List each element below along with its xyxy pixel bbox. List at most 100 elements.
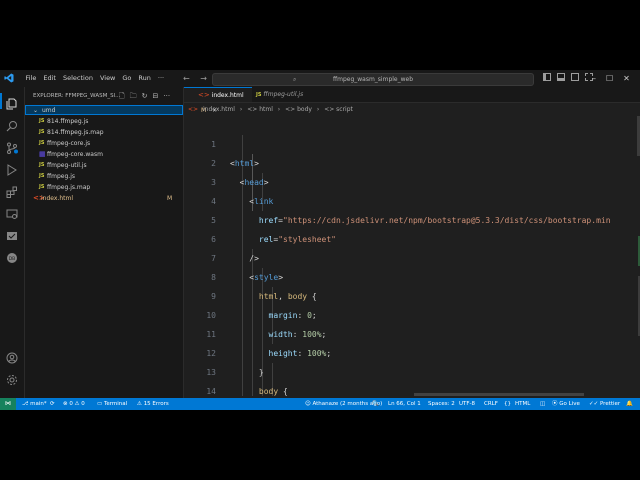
file-item[interactable]: JS ffmpeg-util.js [25, 160, 183, 171]
problems-indicator[interactable]: ⊗ 0 ⚠ 0 [63, 398, 85, 410]
folder-name: umd [42, 107, 56, 114]
wasm-file-icon: ▦ [39, 150, 46, 158]
encoding[interactable]: UTF-8 [459, 398, 475, 410]
forward-arrow-icon[interactable]: → [200, 74, 207, 83]
activity-bar: DB [0, 87, 25, 398]
code-line: 3 <link [184, 154, 640, 206]
close-icon[interactable]: ✕ [623, 70, 630, 87]
file-item[interactable]: JS ffmpeg.js.map [25, 182, 183, 193]
js-file-icon: JS [39, 140, 45, 146]
code-line: 4 href="https://cdn.jsdelivr.net/npm/boo… [184, 173, 640, 225]
breadcrumb-html[interactable]: <> html [247, 106, 273, 113]
code-line: 2 <head> [184, 135, 640, 187]
layout-controls [543, 73, 593, 81]
breadcrumb-separator: › [316, 106, 320, 113]
search-icon: ⌕ [293, 76, 297, 83]
git-blame[interactable]: ☺ Athanaze (2 months ago) [305, 398, 382, 410]
notifications-bell-icon[interactable]: 🔔 [626, 398, 633, 410]
terminal-label: Terminal [103, 401, 128, 407]
file-name: ffmpeg.js [47, 173, 75, 180]
window-controls: – ☐ ✕ [592, 70, 630, 87]
zoom-icon[interactable]: 🔍 [372, 398, 379, 410]
editor-tabs: <> index.html M × JS ffmpeg-util.js ▷ ▶ … [184, 87, 640, 114]
toggle-secondary-sidebar-icon[interactable] [571, 73, 579, 81]
testing-icon[interactable] [6, 227, 18, 240]
toggle-panel-icon[interactable] [557, 73, 565, 81]
tab-index-html[interactable]: <> index.html M × [184, 87, 252, 114]
html-file-icon: <> [198, 91, 210, 99]
menu-go[interactable]: Go [119, 70, 135, 87]
file-item[interactable]: JS 814.ffmpeg.js [25, 116, 183, 127]
explorer-header: EXPLORER: FFMPEG_WASM_SI... 🗋 🗀 ↻ ⊟ ··· [33, 90, 183, 102]
run-debug-icon[interactable] [6, 161, 18, 176]
code-line: 11 height: 100%; [184, 306, 640, 358]
more-actions-icon[interactable]: ··· [163, 90, 170, 102]
source-control-icon[interactable] [6, 139, 18, 154]
minimize-icon[interactable]: – [592, 70, 596, 87]
git-branch[interactable]: ⎇ main* [22, 398, 47, 410]
cursor-position[interactable]: Ln 66, Col 1 [388, 398, 421, 410]
toggle-sidebar-icon[interactable] [543, 73, 551, 81]
code-line: 12 } [184, 325, 640, 377]
collapse-all-icon[interactable]: ⊟ [153, 90, 159, 102]
search-activity-icon[interactable] [6, 117, 18, 132]
docker-icon[interactable]: DB [6, 249, 18, 263]
branch-icon: ⎇ [22, 401, 31, 407]
refresh-icon[interactable]: ↻ [142, 90, 148, 102]
breadcrumb-file[interactable]: index.html [203, 106, 235, 113]
file-item[interactable]: JS 814.ffmpeg.js.map [25, 127, 183, 138]
nav-arrows: ← → [183, 70, 215, 87]
errors-indicator[interactable]: ⚠ 15 Errors [137, 398, 169, 410]
explorer-actions: 🗋 🗀 ↻ ⊟ ··· [119, 90, 170, 102]
menu-selection[interactable]: Selection [59, 70, 96, 87]
remote-indicator-icon[interactable]: ⋈ [0, 398, 16, 410]
menu-edit[interactable]: Edit [40, 70, 60, 87]
explorer-sidebar: EXPLORER: FFMPEG_WASM_SI... 🗋 🗀 ↻ ⊟ ··· … [25, 87, 184, 398]
folder-umd[interactable]: ⌄ umd [25, 105, 183, 115]
menu-run[interactable]: Run [135, 70, 154, 87]
vscode-window: File Edit Selection View Go Run ··· ← → … [0, 70, 640, 410]
breadcrumb-body[interactable]: <> body [285, 106, 312, 113]
end-of-line[interactable]: CRLF [484, 398, 498, 410]
file-item[interactable]: JS ffmpeg.js [25, 171, 183, 182]
file-item[interactable]: JS ffmpeg-core.js [25, 138, 183, 149]
terminal-button[interactable]: ▭ Terminal [97, 398, 127, 410]
file-item[interactable]: ▦ ffmpeg-core.wasm [25, 149, 183, 160]
language-braces-icon[interactable]: {} [504, 398, 511, 410]
account-icon[interactable] [6, 349, 18, 364]
explorer-icon[interactable] [0, 93, 18, 110]
breadcrumb-script[interactable]: <> script [324, 106, 353, 113]
svg-text:DB: DB [9, 256, 16, 262]
breadcrumb-separator: › [239, 106, 243, 113]
code-editor[interactable]: 1 <html> 2 <head> 3 <link 4 href="https:… [184, 116, 640, 396]
code-line: 8 html, body { [184, 249, 640, 301]
sync-icon[interactable]: ⟳ [50, 398, 55, 410]
menu-view[interactable]: View [96, 70, 118, 87]
maximize-icon[interactable]: ☐ [606, 70, 613, 87]
tab-label: ffmpeg-util.js [263, 91, 304, 98]
remote-explorer-icon[interactable] [6, 205, 18, 219]
file-item[interactable]: <> index.html M [25, 193, 183, 204]
workspace-name: ffmpeg_wasm_simple_web [332, 76, 414, 83]
horizontal-scrollbar[interactable] [414, 393, 584, 396]
tab-ffmpeg-util-js[interactable]: JS ffmpeg-util.js [254, 87, 324, 102]
new-file-icon[interactable]: 🗋 [119, 90, 125, 102]
layout-icon[interactable]: ◫ [540, 398, 545, 410]
back-arrow-icon[interactable]: ← [183, 74, 190, 83]
git-status-badge: M [167, 195, 173, 202]
new-folder-icon[interactable]: 🗀 [130, 90, 137, 102]
menu-more[interactable]: ··· [154, 70, 167, 87]
command-center-search[interactable]: ⌕ ffmpeg_wasm_simple_web [212, 73, 534, 86]
breadcrumb-html-icon: <> [188, 106, 199, 113]
indentation[interactable]: Spaces: 2 [428, 398, 455, 410]
file-name: ffmpeg.js.map [47, 184, 91, 191]
settings-gear-icon[interactable] [6, 371, 18, 385]
extensions-icon[interactable] [6, 183, 18, 198]
go-live-button[interactable]: ⦿ Go Live [552, 398, 580, 410]
menu-file[interactable]: File [22, 70, 40, 87]
code-line: 9 margin: 0; [184, 268, 640, 320]
language-mode[interactable]: HTML [515, 398, 530, 410]
code-line: 1 <html> [184, 116, 640, 168]
prettier-status[interactable]: ✓✓ Prettier [589, 398, 620, 410]
branch-name: main* [30, 401, 47, 407]
